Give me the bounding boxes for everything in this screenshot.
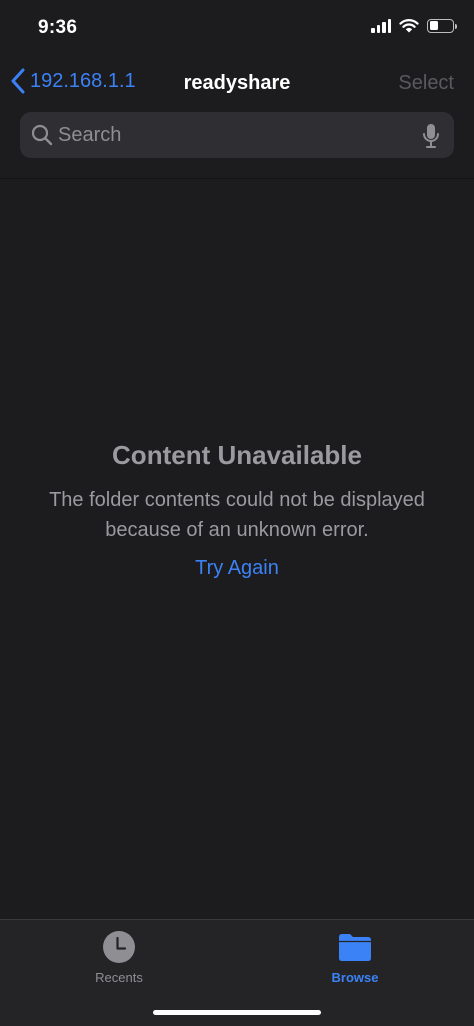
empty-state: Content Unavailable The folder contents … xyxy=(0,440,474,580)
header-divider xyxy=(0,178,474,179)
back-button-label: 192.168.1.1 xyxy=(30,69,136,92)
tab-browse-label: Browse xyxy=(331,970,379,985)
empty-state-message: The folder contents could not be display… xyxy=(49,489,425,541)
files-browse-screen: 9:36 192.168.1.1 readyshare Select Searc… xyxy=(0,0,474,1026)
battery-icon xyxy=(427,18,457,33)
clock-icon xyxy=(103,931,135,963)
search-icon xyxy=(31,124,53,146)
try-again-button[interactable]: Try Again xyxy=(195,557,279,580)
status-icons xyxy=(371,18,457,33)
page-title: readyshare xyxy=(183,72,291,94)
back-button[interactable]: 192.168.1.1 xyxy=(10,68,136,94)
navigation-bar: 192.168.1.1 readyshare Select xyxy=(0,60,474,106)
status-bar: 9:36 xyxy=(0,0,474,56)
tab-browse[interactable]: Browse xyxy=(295,930,415,985)
chevron-left-icon xyxy=(11,68,25,94)
battery-fill xyxy=(429,21,438,30)
wifi-icon xyxy=(399,19,419,33)
folder-icon xyxy=(339,934,371,961)
cellular-signal-icon xyxy=(371,18,391,33)
microphone-icon[interactable] xyxy=(422,123,440,149)
empty-state-title: Content Unavailable xyxy=(112,440,362,470)
tab-recents[interactable]: Recents xyxy=(59,930,179,985)
status-time: 9:36 xyxy=(38,17,78,38)
search-bar xyxy=(20,112,454,158)
tab-recents-label: Recents xyxy=(95,970,143,985)
search-input[interactable] xyxy=(58,112,418,158)
home-indicator xyxy=(153,1010,321,1015)
select-button[interactable]: Select xyxy=(398,72,454,95)
